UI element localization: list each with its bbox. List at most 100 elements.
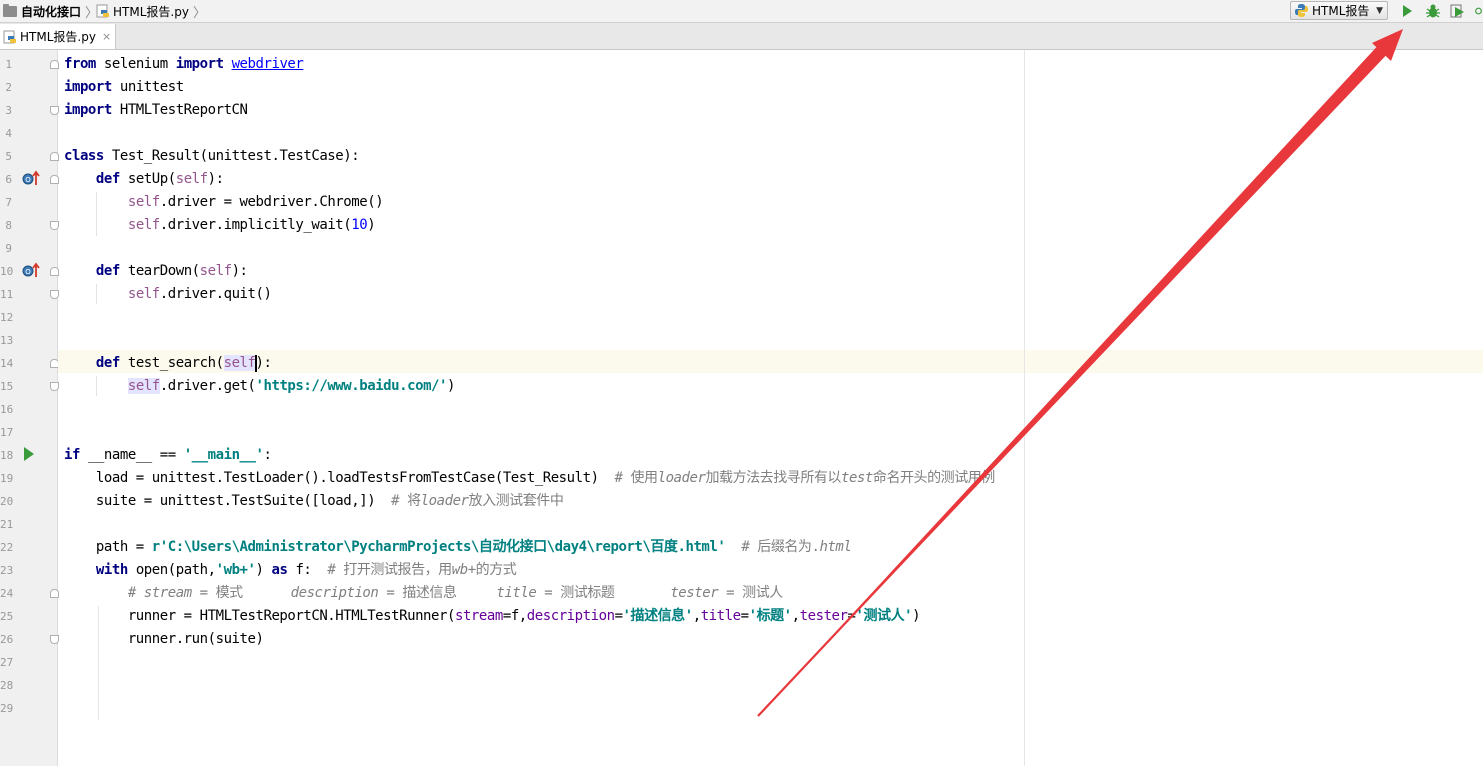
token: = 测试标题 [536, 585, 671, 601]
line-number: 17 [0, 426, 14, 439]
override-icon[interactable]: O [21, 261, 41, 279]
token: .driver.implicitly_wait( [159, 217, 352, 233]
code-line-23: with open(path,'wb+') as f: # 打开测试报告，用wb… [64, 559, 517, 582]
token: suite = unittest.TestSuite([load,]) [64, 493, 392, 509]
breadcrumb-file[interactable]: HTML报告.py 〉 [96, 3, 210, 21]
token[interactable]: webdriver [232, 56, 304, 72]
breadcrumb-project-label: 自动化接口 [21, 4, 82, 19]
tab-label: HTML报告.py [20, 30, 96, 44]
token: ) [912, 608, 921, 624]
close-icon[interactable]: × [102, 30, 111, 43]
token: __name__ == [79, 447, 184, 463]
token: title [496, 585, 537, 601]
editor-gutter: 1 2 3 4 5 6 7 8 9 10 11 12 13 14 15 16 1… [0, 50, 59, 766]
token: open(path, [127, 562, 216, 578]
token: '__main__' [183, 447, 264, 463]
breadcrumb-separator: 〉 [192, 5, 206, 21]
run-configuration-select[interactable]: HTML报告 ▼ [1290, 1, 1388, 20]
token: 加载方法去找寻所有以 [705, 470, 841, 486]
tab-html-report[interactable]: HTML报告.py × [0, 24, 116, 49]
code-line-11: self.driver.quit() [64, 283, 272, 306]
token: .driver.quit() [159, 286, 272, 302]
token: = [614, 608, 623, 624]
token: r'C:\Users\Administrator\PycharmProjects… [151, 539, 726, 555]
token: import [175, 56, 224, 72]
line-number: 6 [5, 173, 12, 186]
token: 'https://www.baidu.com/' [255, 378, 448, 394]
token: selenium [95, 56, 176, 72]
breadcrumb-file-label: HTML报告.py [113, 4, 189, 19]
code-line-14: def test_search(self): [64, 352, 272, 375]
token: class [64, 148, 104, 164]
token: self [175, 171, 208, 187]
run-configuration-label: HTML报告 [1312, 4, 1370, 18]
override-icon[interactable]: O [21, 169, 41, 187]
run-with-coverage-button[interactable] [1449, 2, 1467, 20]
breadcrumb-project[interactable]: 自动化接口 〉 [3, 3, 102, 21]
token: # 使用 [614, 470, 659, 486]
line-number: 3 [5, 104, 12, 117]
token: def [95, 263, 120, 279]
code-line-18: if __name__ == '__main__': [64, 444, 272, 467]
line-number: 20 [0, 495, 14, 508]
line-number: 23 [0, 564, 14, 577]
run-coverage-icon [1450, 4, 1464, 18]
token: Test_Result(unittest.TestCase): [103, 148, 360, 164]
code-line-3: import HTMLTestReportCN [64, 99, 248, 122]
code-line-24: # stream = 模式 description = 描述信息 title =… [64, 582, 783, 605]
token: : [263, 447, 272, 463]
token: 的方式 [475, 562, 517, 578]
code-editor[interactable]: from selenium import webdriver import un… [58, 50, 1483, 766]
token: =f, [502, 608, 527, 624]
token: tester [670, 585, 719, 601]
code-line-1: from selenium import webdriver [64, 53, 304, 76]
line-number: 16 [0, 403, 14, 416]
line-number: 11 [0, 288, 14, 301]
token: .driver.get( [159, 378, 256, 394]
debug-icon [1426, 4, 1440, 18]
token: html [819, 539, 852, 555]
token: import [64, 79, 112, 95]
token: # 打开测试报告，用 [327, 562, 452, 578]
line-number: 28 [0, 679, 14, 692]
code-line-20: suite = unittest.TestSuite([load,]) # 将l… [64, 490, 564, 513]
python-file-icon [96, 4, 109, 18]
line-number: 5 [5, 150, 12, 163]
debug-button[interactable] [1424, 2, 1442, 20]
svg-text:O: O [25, 176, 31, 184]
token: from [64, 56, 96, 72]
token: # stream [127, 585, 192, 601]
line-number: 18 [0, 449, 14, 462]
code-line-7: self.driver = webdriver.Chrome() [64, 191, 384, 214]
token: , [692, 608, 701, 624]
token: '描述信息' [622, 608, 694, 624]
token: ) [255, 562, 272, 578]
token: = 测试人 [718, 585, 783, 601]
code-line-10: def tearDown(self): [64, 260, 248, 283]
right-margin-guide [1024, 50, 1025, 766]
run-button[interactable] [1398, 2, 1416, 20]
line-number: 8 [5, 219, 12, 232]
token: 命名开头的测试用例 [872, 470, 995, 486]
code-line-26: runner.run(suite) [64, 628, 264, 651]
token: , [791, 608, 800, 624]
profile-button[interactable] [1474, 2, 1483, 20]
gutter-run-icon[interactable] [22, 446, 36, 462]
token: unittest [111, 79, 184, 95]
line-number: 25 [0, 610, 14, 623]
svg-text:O: O [25, 268, 31, 276]
token: '测试人' [855, 608, 913, 624]
token: = [740, 608, 749, 624]
editor-tab-bar: HTML报告.py × [0, 23, 1483, 50]
line-number: 9 [5, 242, 12, 255]
token: def [95, 171, 120, 187]
token: tearDown( [119, 263, 200, 279]
